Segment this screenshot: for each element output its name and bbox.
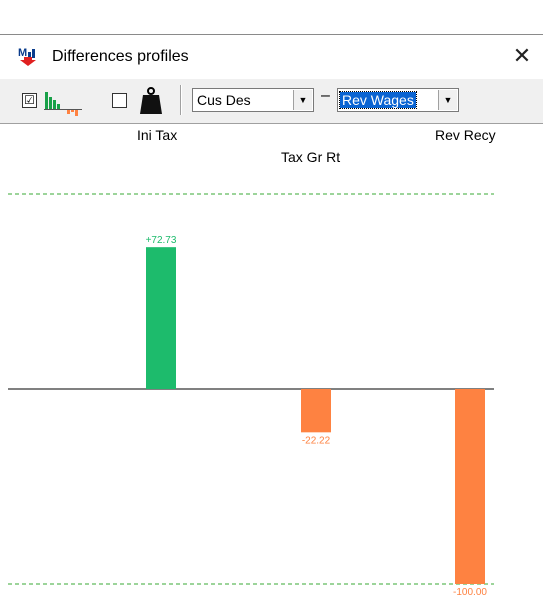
dropdown-left-value: Cus Des — [197, 92, 251, 108]
bar-chart-icon[interactable] — [44, 87, 84, 117]
weight-checkbox[interactable] — [112, 93, 127, 108]
value-label-2: -22.22 — [302, 435, 331, 446]
bar-3 — [455, 389, 485, 584]
chevron-down-icon[interactable]: ▼ — [293, 90, 312, 110]
toolbar: ☑ Cus Des ▼ – Rev Wages ▼ — [0, 79, 543, 124]
profile-dropdown-right[interactable]: Rev Wages ▼ — [337, 88, 459, 112]
weight-icon[interactable] — [138, 87, 164, 115]
bar-1 — [146, 247, 176, 389]
dropdown-separator-dash: – — [321, 87, 330, 104]
window-title: Differences profiles — [52, 48, 189, 65]
toolbar-separator — [180, 85, 182, 115]
title-bar: M Differences profiles ✕ — [0, 34, 543, 79]
profile-dropdown-left[interactable]: Cus Des ▼ — [192, 88, 314, 112]
chevron-down-icon[interactable]: ▼ — [438, 90, 457, 110]
difference-bar-chart: +72.73 -22.22 -100.00 — [8, 193, 494, 598]
dropdown-right-value: Rev Wages — [339, 91, 417, 109]
value-label-1: +72.73 — [146, 235, 177, 246]
bars-checkbox[interactable]: ☑ — [22, 93, 37, 108]
m-chart-icon: M — [18, 47, 36, 66]
bar-2 — [301, 389, 331, 433]
close-icon[interactable]: ✕ — [509, 43, 535, 69]
value-label-3: -100.00 — [453, 587, 487, 598]
